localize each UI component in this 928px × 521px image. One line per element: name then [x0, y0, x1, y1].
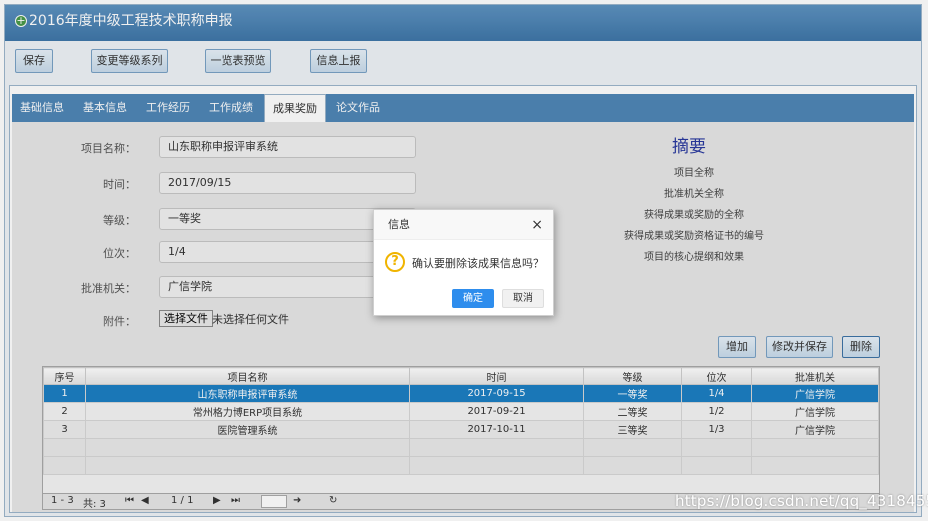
cell-rank: 1/3: [681, 420, 752, 439]
summary-preview-button[interactable]: 一览表预览: [205, 49, 271, 73]
toolbar: 保存 变更等级系列 一览表预览 信息上报: [5, 41, 921, 85]
tab-bar: 基础信息 基本信息 工作经历 工作成绩 成果奖励 论文作品: [12, 94, 914, 122]
cell-seq: 1: [43, 384, 86, 403]
close-icon[interactable]: ×: [531, 217, 543, 233]
cell-seq: 3: [43, 420, 86, 439]
go-page-icon[interactable]: ➜: [293, 495, 301, 506]
dialog-message: 确认要删除该成果信息吗？: [412, 257, 544, 270]
last-page-icon[interactable]: ⏭: [231, 495, 240, 506]
summary-line: 批准机关全称: [664, 189, 724, 200]
awards-table: 序号 项目名称 时间 等级 位次 批准机关 1 山东职称申报评审系统 2017-: [42, 366, 880, 494]
tab-basic-info[interactable]: 基础信息: [12, 94, 72, 122]
col-header-seq[interactable]: 序号: [43, 367, 86, 385]
table-row[interactable]: 3 医院管理系统 2017-10-11 三等奖 1/3 广信学院: [43, 420, 879, 439]
next-page-icon[interactable]: ▶: [213, 495, 221, 506]
summary-title: 摘要: [672, 137, 706, 157]
title-bar: +2016年度中级工程技术职称申报: [5, 5, 921, 41]
cell-time: 2017-09-21: [409, 402, 584, 421]
col-header-project[interactable]: 项目名称: [85, 367, 410, 385]
award-form: 项目名称： 山东职称申报评审系统 时间： 2017/09/15 等级： 一等奖 …: [12, 122, 914, 512]
confirm-dialog: 信息 × ? 确认要删除该成果信息吗？ 确定 取消: [373, 209, 554, 316]
cell-authority: 广信学院: [751, 384, 879, 403]
submit-info-button[interactable]: 信息上报: [310, 49, 367, 73]
cell-time: 2017-09-15: [409, 384, 584, 403]
table-row[interactable]: 2 常州格力博ERP项目系统 2017-09-21 二等奖 1/2 广信学院: [43, 402, 879, 421]
refresh-icon[interactable]: ↻: [329, 495, 337, 506]
plus-circle-icon: +: [15, 14, 27, 27]
summary-line: 获得成果或奖励的全称: [644, 210, 744, 221]
summary-line: 项目的核心提纲和效果: [644, 252, 744, 263]
change-level-series-button[interactable]: 变更等级系列: [91, 49, 168, 73]
col-header-time[interactable]: 时间: [409, 367, 584, 385]
time-label: 时间：: [103, 178, 136, 191]
project-name-label: 项目名称：: [81, 142, 136, 155]
window-title: 2016年度中级工程技术职称申报: [29, 13, 233, 29]
watermark: https://blog.csdn.net/qq_43184550: [675, 492, 928, 510]
table-row[interactable]: 1 山东职称申报评审系统 2017-09-15 一等奖 1/4 广信学院: [43, 384, 879, 403]
table-header-row: 序号 项目名称 时间 等级 位次 批准机关: [43, 367, 879, 385]
modify-save-button[interactable]: 修改并保存: [766, 336, 833, 358]
cell-authority: 广信学院: [751, 402, 879, 421]
cell-level: 二等奖: [583, 402, 682, 421]
cell-project: 山东职称申报评审系统: [85, 384, 410, 403]
level-label: 等级：: [103, 214, 136, 227]
record-total: 共: 3: [83, 499, 106, 510]
page-indicator: 1 / 1: [171, 495, 194, 506]
delete-button[interactable]: 删除: [842, 336, 880, 358]
project-name-input[interactable]: 山东职称申报评审系统: [159, 136, 416, 158]
tab-work-achievements[interactable]: 工作成绩: [201, 94, 261, 122]
save-button[interactable]: 保存: [15, 49, 53, 73]
cell-time: 2017-10-11: [409, 420, 584, 439]
add-button[interactable]: 增加: [718, 336, 756, 358]
cell-rank: 1/4: [681, 384, 752, 403]
empty-row: [43, 438, 879, 457]
col-header-level[interactable]: 等级: [583, 367, 682, 385]
authority-label: 批准机关：: [81, 282, 136, 295]
cell-rank: 1/2: [681, 402, 752, 421]
col-header-authority[interactable]: 批准机关: [751, 367, 879, 385]
tab-work-experience[interactable]: 工作经历: [138, 94, 198, 122]
dialog-title: 信息: [374, 210, 553, 240]
cell-level: 三等奖: [583, 420, 682, 439]
prev-page-icon[interactable]: ◀: [141, 495, 149, 506]
page-range: 1 - 3: [51, 495, 74, 506]
question-icon: ?: [385, 252, 405, 272]
tab-awards[interactable]: 成果奖励: [264, 94, 326, 122]
summary-line: 项目全称: [674, 168, 714, 179]
confirm-ok-button[interactable]: 确定: [452, 289, 494, 308]
tab-papers[interactable]: 论文作品: [328, 94, 388, 122]
cell-project: 常州格力博ERP项目系统: [85, 402, 410, 421]
choose-file-button[interactable]: 选择文件: [159, 310, 213, 327]
cell-level: 一等奖: [583, 384, 682, 403]
first-page-icon[interactable]: ⏮: [125, 495, 134, 506]
cell-project: 医院管理系统: [85, 420, 410, 439]
rank-label: 位次：: [103, 247, 136, 260]
summary-line: 获得成果或奖励资格证书的编号: [624, 231, 764, 242]
col-header-rank[interactable]: 位次: [681, 367, 752, 385]
confirm-cancel-button[interactable]: 取消: [502, 289, 544, 308]
file-status: 未选择任何文件: [212, 313, 289, 326]
empty-row: [43, 456, 879, 475]
page-number-input[interactable]: [261, 495, 287, 508]
cell-authority: 广信学院: [751, 420, 879, 439]
tab-personal-info[interactable]: 基本信息: [75, 94, 135, 122]
time-input[interactable]: 2017/09/15: [159, 172, 416, 194]
cell-seq: 2: [43, 402, 86, 421]
attachment-label: 附件：: [103, 315, 136, 328]
